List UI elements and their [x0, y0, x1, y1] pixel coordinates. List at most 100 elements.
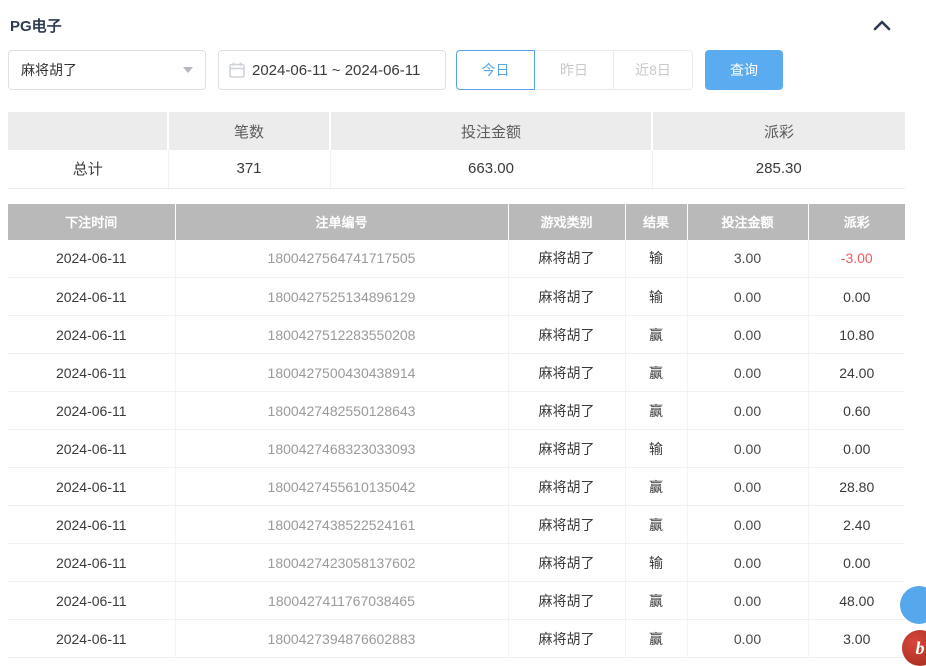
bet-number-cell: 1800427512283550208: [175, 316, 508, 354]
bet-time-cell: 2024-06-11: [8, 620, 175, 658]
summary-column-header: 派彩: [652, 112, 905, 150]
column-header: 投注金额: [687, 204, 808, 240]
chevron-up-icon[interactable]: [872, 18, 892, 32]
summary-column-header: 笔数: [168, 112, 330, 150]
table-row: 2024-06-111800427468323033093麻将胡了输0.000.…: [8, 430, 905, 468]
filter-bar: 麻将胡了 2024-06-11 ~ 2024-06-11 今日昨日近8日 查询: [8, 50, 926, 90]
pg-game-records-panel: PG电子 麻将胡了 2024-06-11 ~ 2024-06-11 今日昨日近: [0, 0, 926, 658]
table-row: 2024-06-111800427525134896129麻将胡了输0.000.…: [8, 278, 905, 316]
column-header: 下注时间: [8, 204, 175, 240]
payout-cell: -3.00: [808, 240, 905, 278]
summary-total-cell: 285.30: [652, 150, 905, 188]
table-row: 2024-06-111800427394876602883麻将胡了赢0.003.…: [8, 620, 905, 658]
quick-filter-group: 今日昨日近8日: [456, 50, 693, 90]
bet-amount-cell: 0.00: [687, 316, 808, 354]
bet-time-cell: 2024-06-11: [8, 430, 175, 468]
summary-column-header: [8, 112, 168, 150]
bet-amount-cell: 0.00: [687, 506, 808, 544]
bet-time-cell: 2024-06-11: [8, 354, 175, 392]
payout-cell: 10.80: [808, 316, 905, 354]
result-cell: 赢: [625, 316, 687, 354]
payout-cell: 2.40: [808, 506, 905, 544]
result-cell: 赢: [625, 468, 687, 506]
table-row: 2024-06-111800427438522524161麻将胡了赢0.002.…: [8, 506, 905, 544]
result-cell: 输: [625, 544, 687, 582]
query-button[interactable]: 查询: [705, 50, 783, 90]
bet-amount-cell: 0.00: [687, 430, 808, 468]
result-cell: 赢: [625, 354, 687, 392]
game-type-cell: 麻将胡了: [508, 392, 625, 430]
bet-amount-cell: 0.00: [687, 468, 808, 506]
table-row: 2024-06-111800427411767038465麻将胡了赢0.0048…: [8, 582, 905, 620]
bet-number-cell: 1800427394876602883: [175, 620, 508, 658]
quick-filter-button[interactable]: 昨日: [535, 50, 614, 90]
table-row: 2024-06-111800427564741717505麻将胡了输3.00-3…: [8, 240, 905, 278]
bet-number-cell: 1800427500430438914: [175, 354, 508, 392]
bet-time-cell: 2024-06-11: [8, 392, 175, 430]
bet-amount-cell: 3.00: [687, 240, 808, 278]
bet-time-cell: 2024-06-11: [8, 316, 175, 354]
bet-amount-cell: 0.00: [687, 582, 808, 620]
game-type-cell: 麻将胡了: [508, 582, 625, 620]
bet-number-cell: 1800427423058137602: [175, 544, 508, 582]
date-range-value: 2024-06-11 ~ 2024-06-11: [252, 62, 420, 79]
game-type-cell: 麻将胡了: [508, 240, 625, 278]
bet-time-cell: 2024-06-11: [8, 468, 175, 506]
column-header: 结果: [625, 204, 687, 240]
bet-time-cell: 2024-06-11: [8, 544, 175, 582]
bet-amount-cell: 0.00: [687, 392, 808, 430]
game-select-value: 麻将胡了: [21, 60, 77, 80]
bet-amount-cell: 0.00: [687, 354, 808, 392]
table-row: 2024-06-111800427500430438914麻将胡了赢0.0024…: [8, 354, 905, 392]
quick-filter-button[interactable]: 今日: [456, 50, 535, 90]
summary-total-cell: 371: [168, 150, 330, 188]
table-row: 2024-06-111800427423058137602麻将胡了输0.000.…: [8, 544, 905, 582]
bet-number-cell: 1800427455610135042: [175, 468, 508, 506]
summary-total-cell: 663.00: [330, 150, 652, 188]
result-cell: 输: [625, 430, 687, 468]
payout-cell: 24.00: [808, 354, 905, 392]
table-row: 2024-06-111800427482550128643麻将胡了赢0.000.…: [8, 392, 905, 430]
payout-cell: 3.00: [808, 620, 905, 658]
bet-amount-cell: 0.00: [687, 620, 808, 658]
quick-filter-button[interactable]: 近8日: [614, 50, 693, 90]
bet-amount-cell: 0.00: [687, 544, 808, 582]
game-type-cell: 麻将胡了: [508, 316, 625, 354]
game-type-cell: 麻将胡了: [508, 544, 625, 582]
game-type-cell: 麻将胡了: [508, 506, 625, 544]
table-row: 2024-06-111800427512283550208麻将胡了赢0.0010…: [8, 316, 905, 354]
bet-time-cell: 2024-06-11: [8, 582, 175, 620]
bet-number-cell: 1800427468323033093: [175, 430, 508, 468]
game-type-cell: 麻将胡了: [508, 430, 625, 468]
floating-brand-label: b: [916, 638, 925, 659]
bet-time-cell: 2024-06-11: [8, 278, 175, 316]
bet-records-table: 下注时间注单编号游戏类别结果投注金额派彩 2024-06-11180042756…: [8, 204, 905, 659]
summary-header-row: 笔数投注金额派彩: [8, 112, 905, 150]
table-header-row: 下注时间注单编号游戏类别结果投注金额派彩: [8, 204, 905, 240]
summary-table: 笔数投注金额派彩 总计371663.00285.30: [8, 112, 905, 189]
panel-header: PG电子: [8, 10, 926, 38]
column-header: 注单编号: [175, 204, 508, 240]
column-header: 派彩: [808, 204, 905, 240]
bet-number-cell: 1800427564741717505: [175, 240, 508, 278]
result-cell: 赢: [625, 620, 687, 658]
result-cell: 输: [625, 240, 687, 278]
floating-brand-button[interactable]: b: [902, 630, 926, 666]
game-select[interactable]: 麻将胡了: [8, 50, 206, 90]
game-type-cell: 麻将胡了: [508, 468, 625, 506]
bet-time-cell: 2024-06-11: [8, 240, 175, 278]
panel-title: PG电子: [10, 15, 62, 36]
payout-cell: 0.00: [808, 544, 905, 582]
summary-total-cell: 总计: [8, 150, 168, 188]
result-cell: 输: [625, 278, 687, 316]
result-cell: 赢: [625, 506, 687, 544]
payout-cell: 0.60: [808, 392, 905, 430]
payout-cell: 0.00: [808, 430, 905, 468]
summary-column-header: 投注金额: [330, 112, 652, 150]
payout-cell: 0.00: [808, 278, 905, 316]
bet-number-cell: 1800427482550128643: [175, 392, 508, 430]
game-type-cell: 麻将胡了: [508, 620, 625, 658]
game-type-cell: 麻将胡了: [508, 278, 625, 316]
bet-time-cell: 2024-06-11: [8, 506, 175, 544]
date-range-picker[interactable]: 2024-06-11 ~ 2024-06-11: [218, 50, 446, 90]
